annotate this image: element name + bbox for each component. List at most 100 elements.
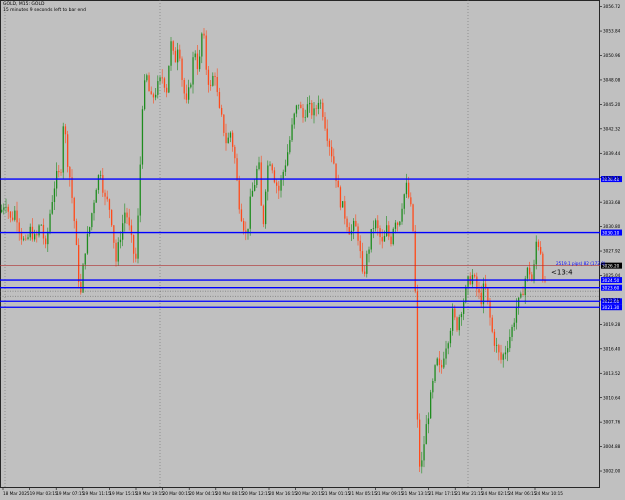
bear-candle [500, 352, 502, 360]
bear-candle [331, 146, 333, 157]
bear-candle [348, 227, 350, 235]
y-tick-label: 3004.88 [603, 444, 621, 449]
bull-candle [190, 84, 192, 88]
bear-candle [498, 345, 500, 353]
bull-candle [157, 81, 159, 95]
bull-candle [53, 188, 56, 203]
bull-candle [47, 231, 49, 245]
bull-candle [247, 228, 249, 232]
x-tick-label: 21 Mar 01:15 [322, 491, 350, 496]
bear-candle [324, 116, 326, 129]
bar-timer-annotation: <13:4 [551, 268, 573, 276]
bear-candle [489, 301, 491, 318]
bear-candle [207, 69, 210, 85]
bear-candle [300, 104, 302, 109]
bull-candle [421, 460, 423, 467]
x-tick-label: 20 Mar 12:15 [242, 491, 270, 496]
x-tick-label: 21 Mar 13:15 [402, 491, 430, 496]
x-tick-label: 19 Mar 11:15 [83, 491, 111, 496]
bull-candle [269, 164, 271, 166]
bull-candle [295, 105, 298, 114]
bull-candle [199, 56, 201, 70]
bear-candle [377, 220, 379, 229]
bear-candle [60, 172, 62, 173]
bear-candle [174, 50, 177, 63]
bull-candle [256, 169, 258, 186]
bear-candle [238, 180, 240, 210]
bull-candle [117, 242, 119, 262]
bear-candle [240, 209, 243, 222]
bear-candle [326, 128, 328, 141]
bull-candle [38, 225, 40, 236]
y-tick-label: 3036.56 [603, 175, 621, 180]
bull-candle [62, 126, 64, 173]
bull-candle [496, 345, 498, 346]
x-tick-label: 24 Mar 06:15 [508, 491, 536, 496]
bull-candle [91, 213, 93, 228]
bear-candle [491, 317, 493, 332]
y-tick-label: 3007.76 [603, 420, 621, 425]
bear-candle [245, 230, 247, 232]
bear-candle [542, 253, 544, 281]
bull-candle [293, 113, 295, 125]
bear-candle [148, 75, 150, 92]
bull-candle [434, 365, 436, 382]
bull-candle [436, 358, 438, 366]
bull-candle [375, 220, 377, 229]
bear-candle [480, 292, 482, 305]
level-price-label: 3023.60 [602, 286, 620, 291]
bear-candle [108, 199, 111, 210]
bear-candle [73, 197, 75, 222]
bear-candle [78, 244, 80, 282]
bear-candle [214, 75, 216, 78]
bull-candle [229, 132, 232, 138]
bear-candle [106, 196, 108, 200]
bear-candle [337, 180, 339, 188]
bear-candle [69, 166, 71, 178]
bear-candle [172, 41, 174, 51]
x-tick-label: 20 Mar 04:15 [189, 491, 217, 496]
bear-candle [179, 49, 181, 59]
bull-candle [394, 222, 397, 229]
y-tick-label: 3025.04 [603, 273, 621, 278]
bear-candle [438, 358, 441, 365]
bull-candle [291, 124, 293, 141]
price-chart[interactable]: 3036.403030.103024.503023.603022.003021.… [0, 0, 625, 500]
y-tick-label: 3042.32 [603, 126, 621, 131]
x-tick-label: 21 Mar 17:15 [429, 491, 457, 496]
bull-candle [320, 102, 322, 104]
bull-candle [423, 444, 425, 461]
bull-candle [212, 75, 214, 86]
bull-candle [504, 352, 507, 355]
bull-candle [317, 102, 320, 109]
bull-candle [40, 224, 42, 226]
bull-candle [427, 418, 430, 425]
bull-candle [5, 206, 7, 208]
bull-candle [425, 424, 427, 445]
bull-candle [526, 267, 529, 279]
bear-candle [397, 222, 399, 225]
y-tick-label: 3056.72 [603, 4, 621, 9]
bear-candle [478, 289, 480, 293]
bull-candle [430, 392, 432, 419]
bull-candle [368, 249, 370, 254]
bear-candle [540, 246, 542, 254]
bear-candle [16, 210, 18, 223]
bull-candle [97, 175, 100, 190]
chart-window[interactable]: GOLD, M15: GOLD 15 minutes 9 seconds lef… [0, 0, 625, 500]
bull-candle [309, 102, 311, 105]
x-tick-label: 21 Mar 21:15 [455, 491, 483, 496]
bull-candle [155, 94, 157, 98]
bear-candle [104, 192, 106, 197]
y-tick-label: 3022.16 [603, 298, 621, 303]
bull-candle [93, 202, 95, 214]
bull-candle [119, 239, 122, 243]
bull-candle [84, 253, 86, 265]
bull-candle [392, 228, 394, 245]
bear-candle [67, 134, 69, 167]
bull-candle [465, 286, 467, 303]
x-tick-label: 21 Mar 09:15 [375, 491, 403, 496]
bull-candle [449, 330, 452, 344]
bear-candle [205, 35, 207, 70]
bear-candle [218, 92, 221, 108]
